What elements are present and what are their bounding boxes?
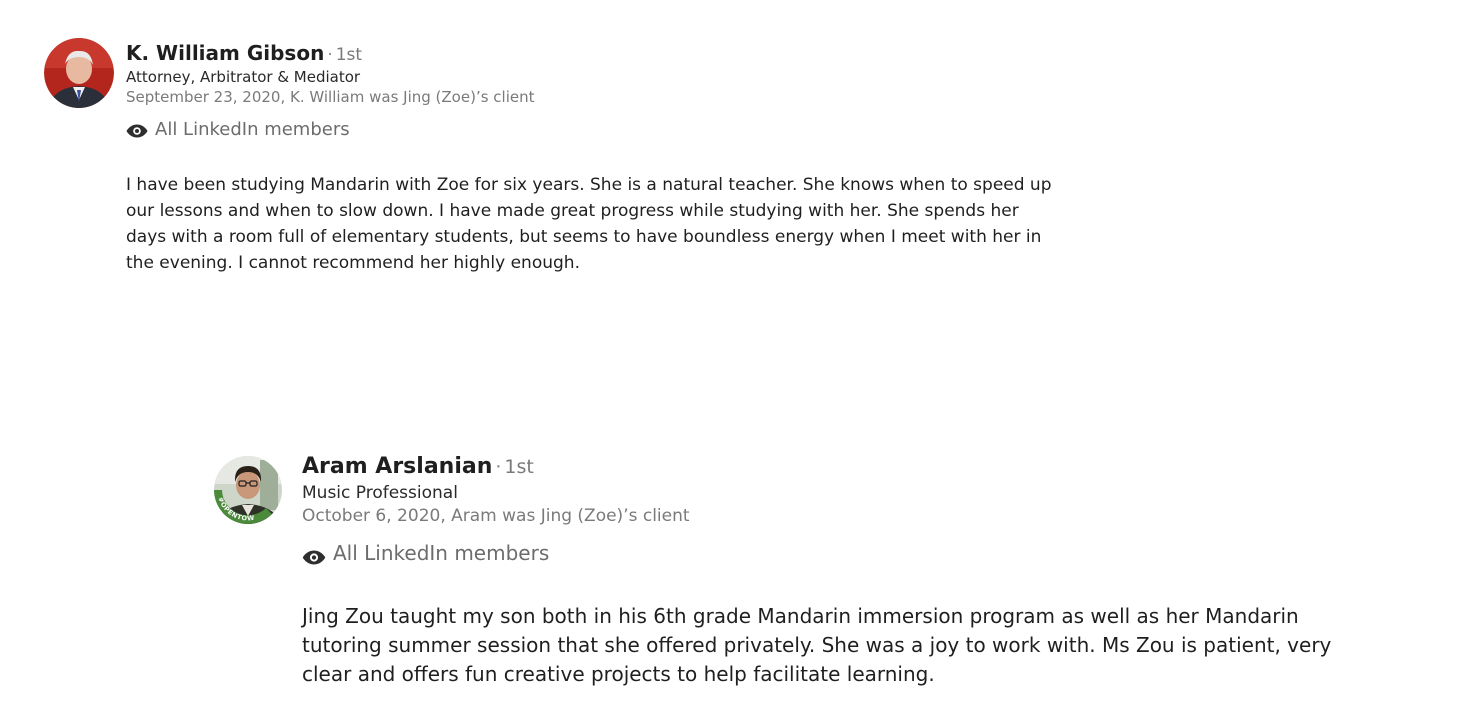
avatar[interactable] bbox=[44, 38, 114, 108]
visibility-label: All LinkedIn members bbox=[333, 541, 550, 566]
visibility-label: All LinkedIn members bbox=[155, 118, 350, 140]
recommender-headline: Music Professional bbox=[302, 483, 458, 504]
recommender-name[interactable]: K. William Gibson bbox=[126, 41, 324, 65]
recommender-headline: Attorney, Arbitrator & Mediator bbox=[126, 67, 361, 86]
separator-dot: · bbox=[327, 45, 333, 65]
connection-degree: 1st bbox=[504, 456, 534, 478]
eye-icon bbox=[302, 546, 326, 565]
visibility-setting: All LinkedIn members bbox=[302, 541, 1392, 565]
recommendation-meta: October 6, 2020, Aram was Jing (Zoe)’s c… bbox=[302, 506, 690, 527]
recommendation-text: Jing Zou taught my son both in his 6th g… bbox=[302, 604, 1332, 687]
connection-degree: 1st bbox=[335, 45, 363, 65]
recommendation-meta: September 23, 2020, K. William was Jing … bbox=[126, 87, 535, 106]
recommender-name[interactable]: Aram Arslanian bbox=[302, 454, 492, 479]
recommendation-text: I have been studying Mandarin with Zoe f… bbox=[126, 174, 1052, 273]
eye-icon bbox=[126, 122, 148, 138]
avatar-open-to-work[interactable]: #OPENTOWORK bbox=[208, 450, 288, 530]
separator-dot: · bbox=[495, 456, 502, 478]
visibility-setting: All LinkedIn members bbox=[126, 119, 1066, 140]
